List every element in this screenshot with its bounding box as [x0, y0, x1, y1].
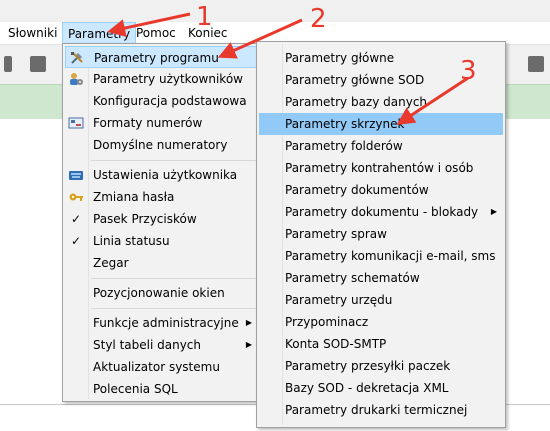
annotation-number-3: 3 — [460, 56, 477, 86]
annotation-number-1: 1 — [196, 2, 213, 32]
annotation-number-2: 2 — [310, 4, 327, 34]
arrow-1 — [107, 12, 191, 37]
arrow-3 — [396, 76, 469, 125]
arrow-2 — [217, 18, 303, 59]
